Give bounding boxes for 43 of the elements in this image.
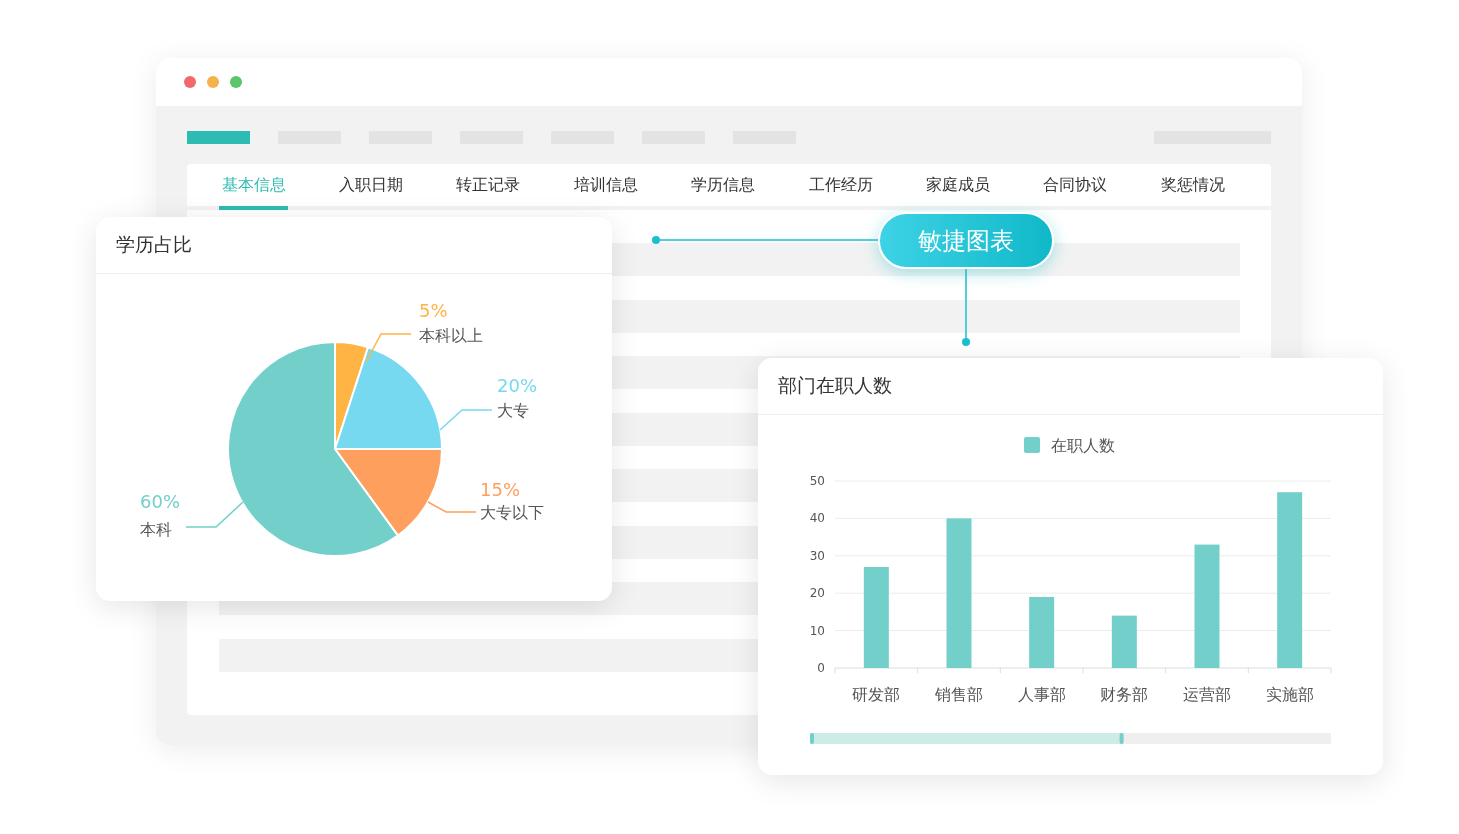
tab[interactable]: 学历信息 — [664, 164, 782, 206]
percent-label: 60% — [140, 491, 180, 512]
window-close-dot[interactable] — [184, 76, 196, 88]
percent-label: 15% — [480, 479, 520, 500]
tab[interactable]: 奖惩情况 — [1134, 164, 1252, 206]
y-tick-label: 0 — [817, 661, 825, 675]
tab[interactable]: 转正记录 — [429, 164, 548, 206]
tab[interactable]: 培训信息 — [547, 164, 665, 206]
x-tick-label: 运营部 — [1183, 685, 1231, 704]
leader-line — [185, 501, 244, 528]
x-tick-label: 实施部 — [1265, 685, 1314, 704]
x-tick-label: 销售部 — [935, 685, 983, 704]
leader-line — [439, 409, 493, 431]
category-label: 本科 — [140, 520, 172, 539]
zoom-slider[interactable] — [810, 733, 1331, 744]
y-tick-label: 20 — [809, 586, 825, 601]
nav-placeholder[interactable] — [187, 130, 250, 144]
y-tick-label: 50 — [809, 474, 825, 488]
bar — [1111, 615, 1137, 668]
card-title: 部门在职人数 — [778, 373, 892, 398]
callout-badge: 敏捷图表 — [878, 212, 1054, 269]
percent-label: 5% — [419, 300, 448, 321]
y-tick-label: 30 — [809, 548, 825, 563]
category-label: 本科以上 — [419, 326, 483, 345]
x-tick-label: 人事部 — [1017, 685, 1066, 704]
bar — [1029, 596, 1055, 668]
tab[interactable]: 合同协议 — [1016, 164, 1135, 206]
leader-line — [427, 501, 477, 513]
x-tick-label: 财务部 — [1100, 685, 1149, 704]
tab[interactable]: 工作经历 — [781, 164, 900, 206]
window-maximize-dot[interactable] — [230, 76, 242, 88]
category-label: 大专 — [497, 401, 529, 420]
y-tick-label: 10 — [809, 623, 825, 638]
tab[interactable]: 家庭成员 — [899, 164, 1017, 206]
y-tick-label: 40 — [809, 511, 825, 526]
window-minimize-dot[interactable] — [207, 76, 219, 88]
x-tick-label: 研发部 — [852, 685, 901, 704]
legend-label: 在职人数 — [1051, 436, 1115, 455]
card-title: 学历占比 — [116, 232, 192, 257]
tab[interactable]: 入职日期 — [312, 164, 430, 206]
category-label: 大专以下 — [480, 503, 544, 522]
leader-line — [365, 333, 412, 363]
percent-label: 20% — [497, 375, 537, 396]
